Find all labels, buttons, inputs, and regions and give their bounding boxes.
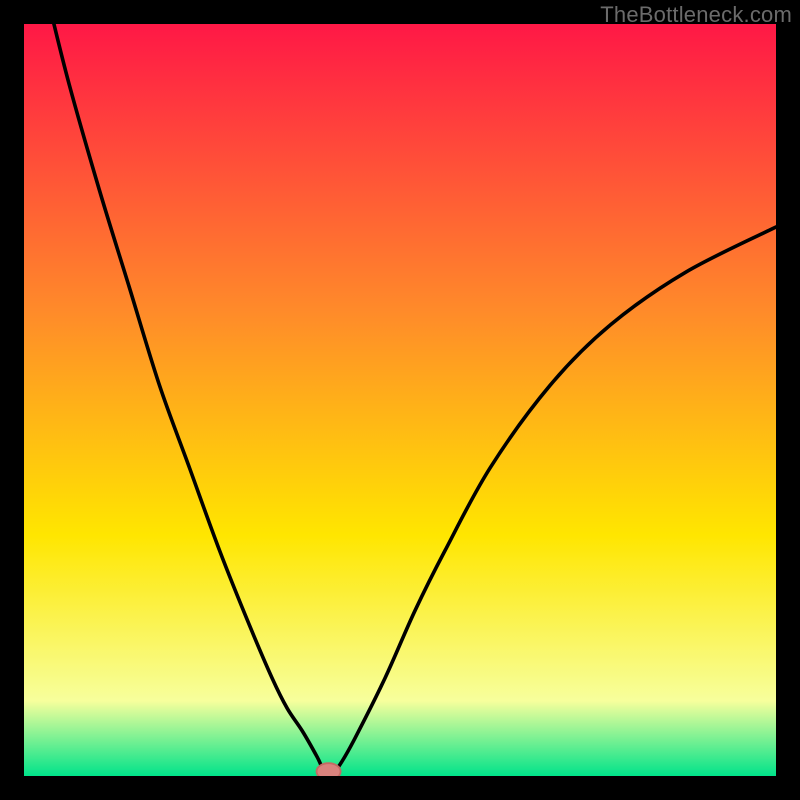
bottleneck-chart — [24, 24, 776, 776]
watermark-label: TheBottleneck.com — [600, 2, 792, 28]
gradient-background — [24, 24, 776, 776]
minimum-marker — [317, 763, 341, 776]
outer-frame: TheBottleneck.com — [0, 0, 800, 800]
